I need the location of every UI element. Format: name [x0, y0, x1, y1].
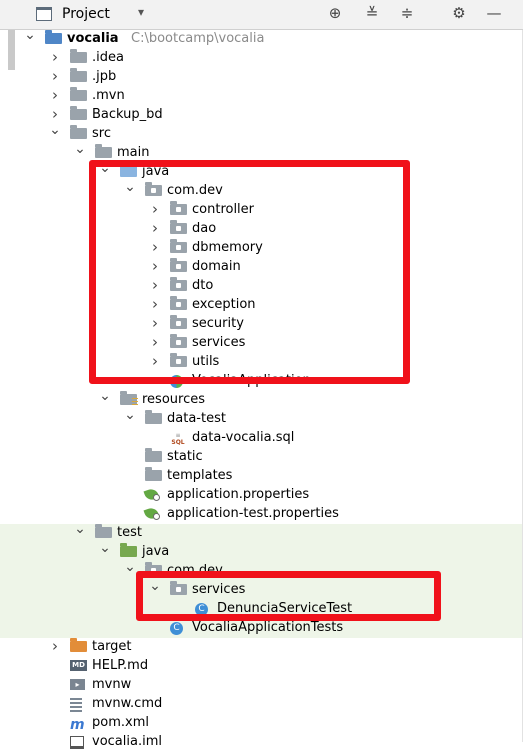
tree-item-label: .idea	[92, 50, 124, 65]
tree-item-label: mvnw.cmd	[92, 696, 163, 711]
tree-item-label: data-vocalia.sql	[192, 430, 295, 445]
gear-icon[interactable]: ⚙	[450, 4, 468, 22]
minimize-icon[interactable]: —	[485, 4, 503, 22]
tree-row-target[interactable]: › target	[0, 638, 523, 657]
chevron-down-icon[interactable]: ⌄	[99, 389, 111, 403]
tree-row-templates[interactable]: templates	[0, 467, 523, 486]
shell-script-icon: ▸	[70, 679, 85, 690]
chevron-right-icon[interactable]: ›	[49, 69, 61, 84]
tree-item-label: test	[117, 525, 142, 540]
resources-folder-icon	[120, 394, 138, 405]
tree-row-jpb[interactable]: › .jpb	[0, 68, 523, 87]
tree-item-label: VocaliaApplicationTests	[192, 620, 344, 635]
spring-properties-icon	[143, 487, 160, 502]
tree-item-label: java	[142, 544, 170, 559]
crosshair-icon[interactable]: ⊕	[326, 4, 344, 22]
tree-row-test[interactable]: ⌄ test	[0, 522, 523, 543]
chevron-right-icon[interactable]: ›	[49, 639, 61, 654]
chevron-down-icon[interactable]: ⌄	[124, 560, 136, 574]
expand-all-icon[interactable]: ≚	[363, 4, 381, 22]
tree-item-label: application.properties	[167, 487, 310, 502]
tree-item-label: vocalia	[67, 31, 119, 46]
folder-icon	[70, 71, 87, 82]
chevron-right-icon[interactable]: ›	[49, 88, 61, 103]
markdown-file-icon: MD	[70, 660, 87, 671]
tree-row-backup-bd[interactable]: › Backup_bd	[0, 106, 523, 125]
folder-icon	[70, 109, 87, 120]
folder-icon	[70, 52, 87, 63]
folder-icon	[95, 527, 112, 538]
chevron-down-icon[interactable]: ⌄	[99, 541, 111, 555]
excluded-folder-icon	[70, 641, 87, 652]
module-folder-icon	[45, 33, 62, 44]
tree-item-label: Backup_bd	[92, 107, 163, 122]
tree-item-label: HELP.md	[92, 658, 149, 673]
folder-icon	[70, 90, 87, 101]
tree-row-java-test[interactable]: ⌄ java	[0, 541, 523, 562]
tree-item-label: templates	[167, 468, 233, 483]
tree-row-pom-xml[interactable]: m pom.xml	[0, 714, 523, 733]
tree-item-label: resources	[142, 392, 206, 407]
text-file-icon	[70, 698, 82, 712]
tree-row-resources[interactable]: ⌄ resources	[0, 389, 523, 410]
tree-row-mvn[interactable]: › .mvn	[0, 87, 523, 106]
tree-row-help-md[interactable]: MD HELP.md	[0, 657, 523, 676]
chevron-down-icon[interactable]: ⌄	[74, 142, 86, 156]
chevron-down-icon[interactable]: ▾	[138, 5, 144, 19]
chevron-down-icon[interactable]: ⌄	[24, 28, 36, 42]
test-folder-icon	[120, 546, 137, 557]
folder-icon	[95, 147, 112, 158]
tree-item-label: mvnw	[92, 677, 132, 692]
tree-row-idea[interactable]: › .idea	[0, 49, 523, 68]
tree-row-mvnw[interactable]: ▸ mvnw	[0, 676, 523, 695]
tree-row-static[interactable]: static	[0, 448, 523, 467]
tree-item-label: data-test	[167, 411, 226, 426]
iml-file-icon	[70, 736, 84, 749]
folder-icon	[70, 128, 87, 139]
chevron-right-icon[interactable]: ›	[49, 107, 61, 122]
highlight-services-test	[136, 571, 441, 621]
sql-file-icon: ≡ SQL	[171, 432, 185, 446]
class-icon: C	[170, 622, 183, 635]
tree-row-data-test[interactable]: ⌄ data-test	[0, 408, 523, 429]
chevron-down-icon[interactable]: ⌄	[49, 123, 61, 137]
tree-item-label: main	[117, 145, 150, 160]
tree-item-label: src	[92, 126, 111, 141]
tree-row-vocalia[interactable]: ⌄ vocalia C:\bootcamp\vocalia	[0, 28, 523, 49]
tree-item-label: target	[92, 639, 132, 654]
chevron-down-icon[interactable]: ⌄	[74, 522, 86, 536]
chevron-down-icon[interactable]: ⌄	[124, 408, 136, 422]
project-toolbar: Project ▾ ⊕ ≚ ≑ ⚙ —	[0, 0, 523, 30]
folder-icon	[145, 413, 162, 424]
tree-item-label: .mvn	[92, 88, 125, 103]
tree-item-label: static	[167, 449, 203, 464]
maven-icon: m	[70, 717, 85, 733]
highlight-java-main	[89, 160, 410, 384]
tree-row-data-vocalia-sql[interactable]: ≡ SQL data-vocalia.sql	[0, 429, 523, 448]
tree-item-label: .jpb	[92, 69, 117, 84]
tree-row-vocalia-iml[interactable]: vocalia.iml	[0, 733, 523, 752]
project-path: C:\bootcamp\vocalia	[131, 31, 265, 46]
tree-item-label: pom.xml	[92, 715, 149, 730]
tree-row-vocalia-app-tests[interactable]: C VocaliaApplicationTests	[0, 619, 523, 638]
spring-properties-icon	[143, 506, 160, 521]
project-window-icon	[36, 7, 52, 21]
chevron-right-icon[interactable]: ›	[49, 50, 61, 65]
tree-row-mvnw-cmd[interactable]: mvnw.cmd	[0, 695, 523, 714]
tree-item-label: application-test.properties	[167, 506, 339, 521]
folder-icon	[145, 470, 162, 481]
project-view-title[interactable]: Project	[62, 6, 110, 22]
folder-icon	[145, 451, 162, 462]
collapse-all-icon[interactable]: ≑	[398, 4, 416, 22]
tree-row-app-props[interactable]: application.properties	[0, 486, 523, 505]
